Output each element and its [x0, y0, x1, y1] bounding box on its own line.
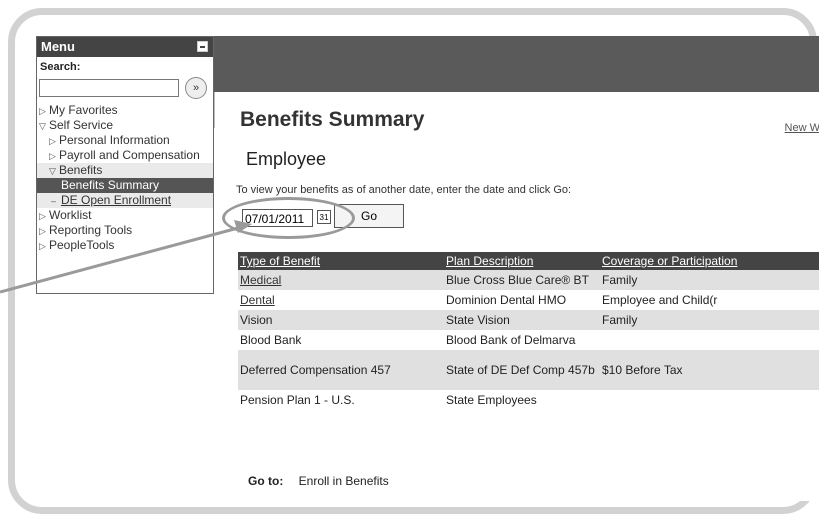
dash-icon: – — [51, 196, 57, 206]
goto-label: Go to: — [248, 474, 284, 488]
date-instruction: To view your benefits as of another date… — [236, 184, 572, 196]
table-cell — [600, 390, 819, 410]
table-cell: Blood Bank of Delmarva — [446, 333, 576, 347]
menu-item-de-open-enrollment[interactable]: – DE Open Enrollment — [37, 193, 213, 208]
menu-item-reporting-tools[interactable]: ▷ Reporting Tools — [37, 223, 213, 238]
triangle-right-icon: ▷ — [49, 136, 56, 146]
minimize-icon[interactable] — [197, 41, 208, 52]
column-header[interactable]: Coverage or Participation — [600, 252, 819, 270]
table-cell: Dominion Dental HMO — [446, 293, 567, 307]
table-cell: Family — [600, 310, 819, 330]
top-header-bar — [214, 36, 819, 92]
new-window-link[interactable]: New W — [785, 122, 819, 134]
table-row: Vision State Vision Family — [238, 310, 819, 330]
employee-subtitle: Employee — [246, 149, 327, 169]
table-cell: State of DE Def Comp 457b — [444, 350, 600, 390]
triangle-right-icon: ▷ — [39, 226, 46, 236]
triangle-right-icon: ▷ — [39, 241, 46, 251]
table-cell: Blood Bank — [240, 333, 302, 347]
table-cell: State Employees — [446, 393, 537, 407]
triangle-down-icon: ▽ — [49, 166, 56, 176]
highlight-oval — [222, 197, 355, 239]
benefits-table: Type of Benefit Plan Description Coverag… — [238, 252, 819, 410]
table-cell: Deferred Compensation 457 — [238, 350, 444, 390]
screenshot: New W Menu Search: » ▷ My Favorites ▽ Self… — [36, 36, 819, 501]
table-row: Pension Plan 1 - U.S. State Employees — [238, 390, 819, 410]
table-row: Medical Blue Cross Blue Care® BT Family — [238, 270, 819, 290]
table-cell: Blue Cross Blue Care® BT — [444, 270, 600, 290]
menu-item-personal-information[interactable]: ▷ Personal Information — [37, 133, 213, 148]
menu-list: ▷ My Favorites ▽ Self Service ▷ Personal In… — [37, 103, 213, 253]
triangle-right-icon: ▷ — [49, 151, 56, 161]
menu-item-peopletools[interactable]: ▷ PeopleTools — [37, 238, 213, 253]
table-row: Dental Dominion Dental HMO Employee and … — [238, 290, 819, 310]
table-cell: Vision — [238, 310, 444, 330]
page-title: Benefits Summary — [240, 108, 425, 131]
table-row: Blood Bank Blood Bank of Delmarva — [238, 330, 819, 350]
menu-item-payroll-and-compensation[interactable]: ▷ Payroll and Compensation — [37, 148, 213, 163]
triangle-down-icon: ▽ — [39, 121, 46, 131]
menu-item-my-favorites[interactable]: ▷ My Favorites — [37, 103, 213, 118]
menu-panel: Menu Search: » ▷ My Favorites ▽ Self Servi… — [36, 36, 214, 294]
table-cell: $10 Before Tax — [600, 350, 819, 390]
menu-header: Menu — [37, 37, 213, 57]
triangle-right-icon: ▷ — [39, 211, 46, 221]
menu-item-self-service[interactable]: ▽ Self Service — [37, 118, 213, 133]
menu-item-worklist[interactable]: ▷ Worklist — [37, 208, 213, 223]
table-cell: Family — [600, 270, 819, 290]
column-header[interactable]: Type of Benefit — [238, 252, 444, 270]
benefit-link-medical[interactable]: Medical — [240, 273, 281, 287]
table-cell: Pension Plan 1 - U.S. — [240, 393, 355, 407]
dash-icon: – — [51, 181, 57, 191]
benefit-link-dental[interactable]: Dental — [240, 293, 275, 307]
search-input[interactable] — [39, 79, 179, 97]
column-header[interactable]: Plan Description — [444, 252, 600, 270]
enroll-in-benefits-link[interactable]: Enroll in Benefits — [299, 474, 389, 488]
triangle-right-icon: ▷ — [39, 106, 46, 116]
menu-title: Menu — [41, 39, 75, 54]
table-cell — [600, 330, 819, 350]
menu-item-benefits-summary[interactable]: – Benefits Summary — [37, 178, 213, 193]
menu-item-benefits[interactable]: ▽ Benefits — [37, 163, 213, 178]
table-header-row: Type of Benefit Plan Description Coverag… — [238, 252, 819, 270]
table-cell: State Vision — [444, 310, 600, 330]
goto-section: Go to: Enroll in Benefits — [248, 474, 389, 488]
search-go-button[interactable]: » — [185, 77, 207, 99]
search-label: Search: — [40, 61, 81, 73]
table-row: Deferred Compensation 457 State of DE De… — [238, 350, 819, 390]
table-cell: Employee and Child(r — [602, 293, 718, 307]
